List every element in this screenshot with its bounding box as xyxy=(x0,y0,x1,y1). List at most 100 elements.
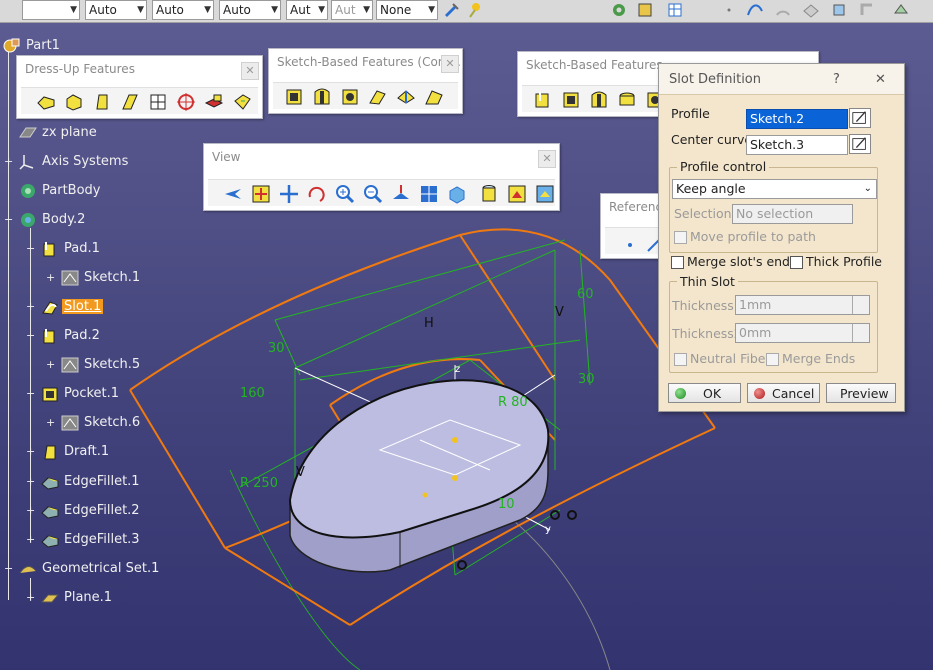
axis-point xyxy=(422,492,428,498)
tree-node-label: Sketch.6 xyxy=(84,415,141,430)
rib-icon[interactable] xyxy=(367,86,389,108)
slot-icon xyxy=(42,301,58,315)
zoom-out-icon[interactable] xyxy=(362,183,384,205)
center-curve-label: Center curve xyxy=(671,132,753,147)
iso-view-icon[interactable] xyxy=(446,183,468,205)
remove-face-icon[interactable] xyxy=(203,91,225,113)
toolbar-sketch-based-compact[interactable]: Sketch-Based Features (Com... ✕ xyxy=(268,48,463,114)
tree-node-label: EdgeFillet.3 xyxy=(64,532,140,547)
pocket-icon[interactable] xyxy=(560,89,582,111)
expand-icon[interactable]: + xyxy=(26,534,35,545)
cancel-button[interactable]: Cancel xyxy=(747,383,820,403)
axis-y-label: y xyxy=(545,524,551,535)
close-button[interactable]: ✕ xyxy=(875,72,886,87)
chamfer-icon[interactable] xyxy=(63,91,85,113)
spinner-icon[interactable] xyxy=(852,296,869,314)
thickness1-field[interactable]: 1mm xyxy=(735,295,870,315)
expand-icon[interactable]: + xyxy=(26,476,35,487)
replace-face-icon[interactable] xyxy=(231,91,253,113)
pan-icon[interactable] xyxy=(278,183,300,205)
expand-icon[interactable]: + xyxy=(26,505,35,516)
close-icon[interactable]: ✕ xyxy=(241,62,259,80)
expand-icon[interactable]: + xyxy=(46,417,55,428)
expand-icon[interactable]: + xyxy=(4,156,13,167)
plane-icon xyxy=(19,127,37,138)
ok-label: OK xyxy=(703,386,722,401)
expand-icon[interactable]: + xyxy=(26,301,35,312)
tree-node-label: Sketch.5 xyxy=(84,357,141,372)
expand-icon[interactable]: + xyxy=(46,272,55,283)
shell-icon[interactable] xyxy=(119,91,141,113)
edge-fillet-icon[interactable] xyxy=(35,91,57,113)
close-icon[interactable]: ✕ xyxy=(538,150,556,168)
hide-show-icon[interactable] xyxy=(506,183,528,205)
collapse-icon[interactable]: − xyxy=(26,330,35,341)
toolbar-dressup-features[interactable]: Dress-Up Features ✕ xyxy=(16,55,263,119)
ok-button[interactable]: OK xyxy=(668,383,741,403)
tree-node-label: Plane.1 xyxy=(64,590,113,605)
dim-label: 60 xyxy=(577,287,594,302)
expand-icon[interactable]: + xyxy=(46,359,55,370)
selection-field[interactable]: No selection xyxy=(732,204,853,224)
profile-field[interactable]: Sketch.2 xyxy=(746,109,848,129)
chevron-down-icon: ⌄ xyxy=(863,183,872,194)
shaft-icon[interactable] xyxy=(588,89,610,111)
expand-icon[interactable]: + xyxy=(26,446,35,457)
tree-node-label: zx plane xyxy=(42,125,97,140)
pocket-icon[interactable] xyxy=(283,86,305,108)
sketch-edit-icon[interactable] xyxy=(849,134,871,154)
collapse-icon[interactable]: − xyxy=(4,214,13,225)
preview-button[interactable]: Preview xyxy=(826,383,896,403)
axis-z-label: z xyxy=(455,364,460,375)
fit-all-icon[interactable] xyxy=(250,183,272,205)
move-profile-checkbox[interactable] xyxy=(674,231,687,244)
tree-node-label: Part1 xyxy=(26,38,60,53)
neutral-fiber-label: Neutral Fiber xyxy=(690,351,771,366)
rotate-icon[interactable] xyxy=(306,183,328,205)
close-icon[interactable]: ✕ xyxy=(441,55,459,73)
expand-icon[interactable]: + xyxy=(26,592,35,603)
pad-icon[interactable] xyxy=(532,89,554,111)
thick-profile-checkbox[interactable] xyxy=(790,256,803,269)
loft-icon[interactable] xyxy=(423,86,445,108)
thread-icon[interactable] xyxy=(175,91,197,113)
point-icon[interactable] xyxy=(619,231,641,253)
fly-mode-icon[interactable] xyxy=(222,183,244,205)
collapse-icon[interactable]: − xyxy=(4,563,13,574)
sketch-icon xyxy=(61,270,79,286)
merge-ends-thin-label: Merge Ends xyxy=(782,351,856,366)
zoom-in-icon[interactable] xyxy=(334,183,356,205)
profile-control-value: Keep angle xyxy=(676,181,746,196)
compass-marker xyxy=(457,560,467,570)
tree-node-label: Sketch.1 xyxy=(84,270,141,285)
help-button[interactable]: ? xyxy=(833,72,840,87)
hole-icon[interactable] xyxy=(339,86,361,108)
dialog-titlebar: Slot Definition ? ✕ xyxy=(659,64,904,95)
swap-space-icon[interactable] xyxy=(534,183,556,205)
collapse-icon[interactable]: − xyxy=(26,388,35,399)
draft-icon[interactable] xyxy=(91,91,113,113)
collapse-icon[interactable]: − xyxy=(26,243,35,254)
multi-view-icon[interactable] xyxy=(418,183,440,205)
toolbar-title: Sketch-Based Features xyxy=(526,58,663,72)
tree-line xyxy=(8,44,9,600)
dim-label: V xyxy=(555,305,564,320)
tree-node-label: Slot.1 xyxy=(62,299,104,314)
center-curve-field[interactable]: Sketch.3 xyxy=(746,135,848,155)
shaft-icon[interactable] xyxy=(311,86,333,108)
groove-icon[interactable] xyxy=(616,89,638,111)
neutral-fiber-checkbox[interactable] xyxy=(674,353,687,366)
toolbar-view[interactable]: View ✕ xyxy=(203,143,560,211)
merge-ends-thin-checkbox[interactable] xyxy=(766,353,779,366)
thickness2-field[interactable]: 0mm xyxy=(735,323,870,343)
shading-icon[interactable] xyxy=(478,183,500,205)
sketch-edit-icon[interactable] xyxy=(849,108,871,128)
pad-icon xyxy=(43,329,55,344)
profile-control-select[interactable]: Keep angle ⌄ xyxy=(672,179,877,199)
thickness-icon[interactable] xyxy=(147,91,169,113)
sketch-icon xyxy=(61,357,79,373)
spinner-icon[interactable] xyxy=(852,324,869,342)
merge-ends-checkbox[interactable] xyxy=(671,256,684,269)
normal-view-icon[interactable] xyxy=(390,183,412,205)
stiffener-icon[interactable] xyxy=(395,86,417,108)
